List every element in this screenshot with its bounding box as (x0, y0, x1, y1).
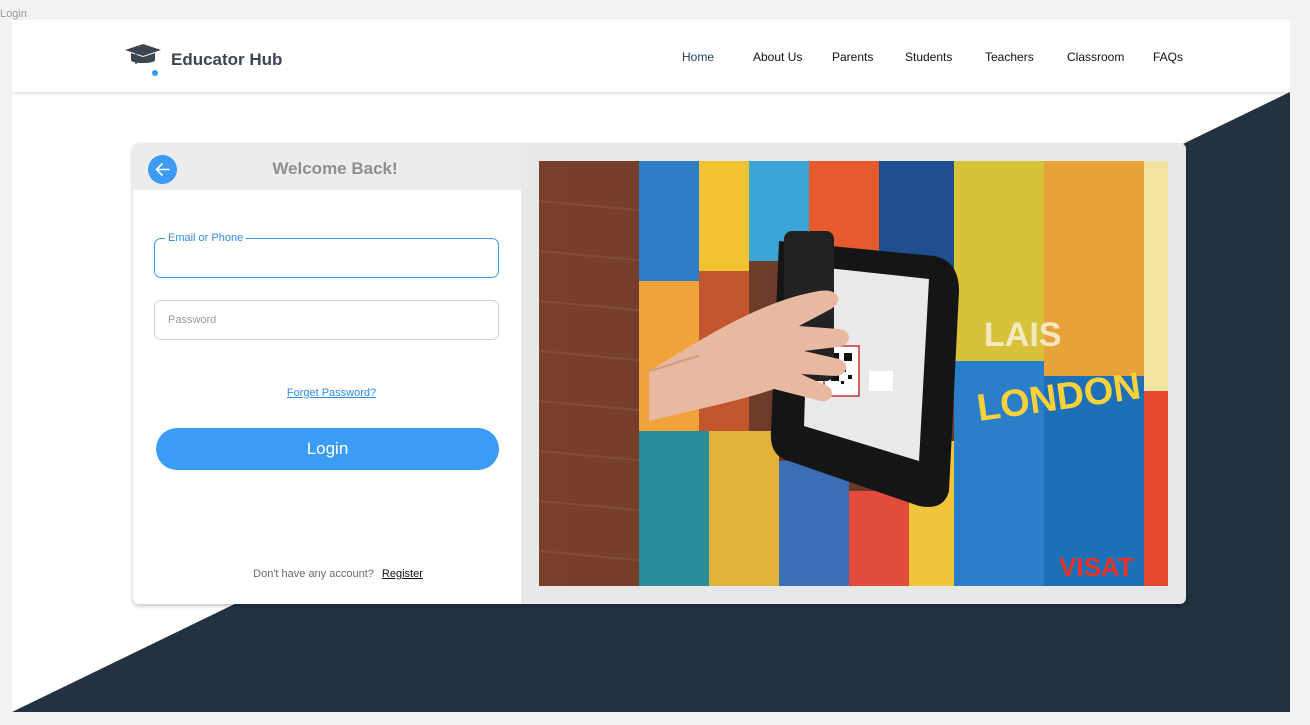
email-field-label: Email or Phone (165, 232, 247, 244)
image-panel: LAIS LONDON VISAT (521, 143, 1186, 604)
nav-about-us[interactable]: About Us (753, 50, 802, 64)
nav-students[interactable]: Students (905, 50, 952, 64)
login-button[interactable]: Login (156, 428, 499, 470)
forget-password-link[interactable]: Forget Password? (133, 387, 521, 399)
svg-text:VISAT: VISAT (1059, 552, 1134, 582)
login-header: Welcome Back! (133, 143, 521, 190)
page-canvas: Educator Hub Home About Us Parents Stude… (12, 20, 1290, 712)
nav-parents[interactable]: Parents (832, 50, 873, 64)
nav-classroom[interactable]: Classroom (1067, 50, 1124, 64)
nav-teachers[interactable]: Teachers (985, 50, 1034, 64)
login-form-panel: Welcome Back! Email or Phone Forget Pass… (133, 143, 521, 604)
password-field (154, 300, 499, 340)
welcome-title-text: Welcome Back! (272, 159, 398, 178)
nav-faqs[interactable]: FAQs (1153, 50, 1183, 64)
login-card: Welcome Back! Email or Phone Forget Pass… (133, 143, 1186, 604)
photo-hand-scanning-qr-tablet-icon: LAIS LONDON VISAT (539, 161, 1168, 586)
register-row: Don't have any account? Register (133, 568, 521, 580)
email-field: Email or Phone (154, 232, 499, 278)
welcome-title: Welcome Back! (133, 159, 521, 179)
svg-text:LAIS: LAIS (984, 316, 1061, 354)
main-nav: Home About Us Parents Students Teachers … (12, 50, 1290, 66)
email-input[interactable] (155, 239, 498, 277)
no-account-text: Don't have any account? (253, 568, 374, 580)
top-navbar: Educator Hub Home About Us Parents Stude… (12, 20, 1290, 92)
nav-home[interactable]: Home (682, 50, 714, 64)
password-input[interactable] (155, 301, 498, 339)
register-link[interactable]: Register (382, 568, 423, 580)
hero-photo: LAIS LONDON VISAT (539, 161, 1168, 586)
frame-label: Login (0, 8, 27, 20)
